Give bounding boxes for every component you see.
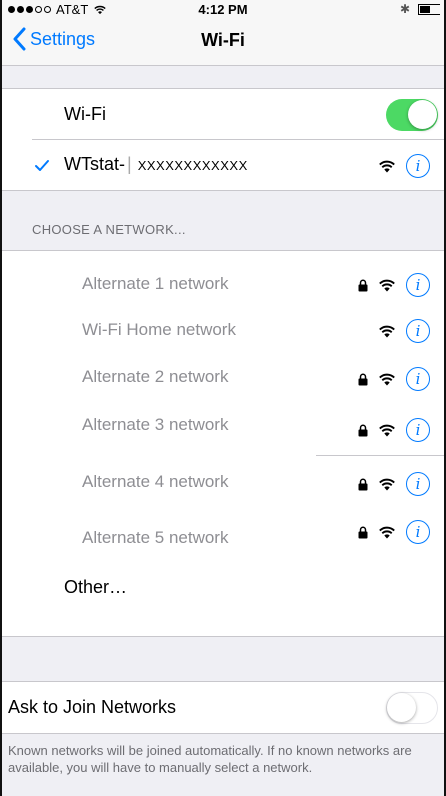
lock-icon — [358, 424, 368, 436]
wifi-icon — [379, 478, 395, 491]
status-bar: AT&T 4:12 PM ✱ — [2, 0, 444, 18]
info-icon[interactable]: i — [406, 418, 430, 442]
navigation-bar: Settings Wi-Fi — [2, 18, 444, 66]
page-title: Wi-Fi — [201, 30, 245, 50]
network-icons: i — [358, 273, 430, 297]
network-name: Alternate 3 network — [82, 415, 229, 434]
wifi-label: Wi-Fi — [64, 104, 106, 124]
info-icon[interactable]: i — [406, 472, 430, 496]
network-row[interactable]: Alternate 1 network i — [2, 251, 444, 301]
network-row[interactable]: Alternate 2 network i — [2, 351, 444, 401]
connected-network-icons: i — [378, 154, 430, 178]
ask-to-join-section: Ask to Join Networks — [2, 681, 444, 734]
connected-network-name: WTstat- | XXXXXXXXXXXX — [64, 154, 248, 174]
network-icons: i — [358, 520, 430, 544]
network-name: Alternate 2 network — [82, 367, 229, 386]
network-list: Alternate 1 network i Wi-Fi Home network… — [2, 250, 444, 637]
network-name-masked: XXXXXXXXXXXX — [137, 158, 248, 173]
ask-to-join-row: Ask to Join Networks — [2, 682, 444, 733]
wifi-icon — [379, 526, 395, 539]
network-icons: i — [378, 319, 430, 343]
wifi-icon — [379, 279, 395, 292]
info-icon[interactable]: i — [406, 319, 430, 343]
network-row[interactable]: Alternate 5 network i — [2, 506, 444, 558]
bluetooth-icon: ✱ — [399, 2, 410, 16]
other-network-row[interactable]: Other… — [2, 558, 444, 634]
lock-icon — [358, 526, 368, 538]
battery-icon — [418, 3, 440, 15]
info-icon[interactable]: i — [406, 520, 430, 544]
network-icons: i — [358, 367, 430, 391]
network-name-prefix: WTstat- — [64, 154, 125, 174]
network-row[interactable]: Alternate 4 network i — [2, 456, 444, 506]
lock-icon — [358, 478, 368, 490]
wifi-toggle[interactable] — [386, 98, 438, 131]
ask-to-join-toggle[interactable] — [386, 691, 438, 724]
other-network-label: Other… — [64, 577, 128, 597]
connected-network-row[interactable]: WTstat- | XXXXXXXXXXXX i — [2, 140, 444, 192]
network-name: Alternate 5 network — [82, 528, 229, 547]
network-row[interactable]: Wi-Fi Home network i — [2, 301, 444, 351]
wifi-toggle-row: Wi-Fi — [2, 89, 444, 140]
network-name: Alternate 1 network — [82, 274, 229, 293]
ask-to-join-label: Ask to Join Networks — [8, 697, 177, 717]
phone-screen: AT&T 4:12 PM ✱ Settings Wi-Fi Wi-Fi WTst… — [0, 0, 446, 796]
toggle-knob — [387, 692, 416, 722]
wifi-icon — [379, 373, 395, 386]
status-right: ✱ — [400, 2, 440, 16]
toggle-knob — [408, 99, 437, 129]
choose-network-header: CHOOSE A NETWORK... — [32, 222, 186, 237]
checkmark-icon — [35, 160, 49, 171]
wifi-section: Wi-Fi WTstat- | XXXXXXXXXXXX i — [2, 88, 444, 191]
network-icons: i — [358, 418, 430, 442]
network-name: Alternate 4 network — [82, 472, 229, 491]
status-time: 4:12 PM — [198, 2, 248, 17]
ask-to-join-footer: Known networks will be joined automatica… — [8, 743, 412, 775]
network-name: Wi-Fi Home network — [82, 320, 236, 339]
wifi-icon — [379, 325, 395, 338]
lock-icon — [358, 279, 368, 291]
lock-icon — [358, 373, 368, 385]
info-icon[interactable]: i — [406, 154, 430, 178]
wifi-icon — [379, 160, 395, 173]
info-icon[interactable]: i — [406, 273, 430, 297]
network-row[interactable]: Alternate 3 network i — [2, 401, 444, 456]
info-icon[interactable]: i — [406, 367, 430, 391]
network-icons: i — [358, 472, 430, 496]
wifi-icon — [379, 424, 395, 437]
